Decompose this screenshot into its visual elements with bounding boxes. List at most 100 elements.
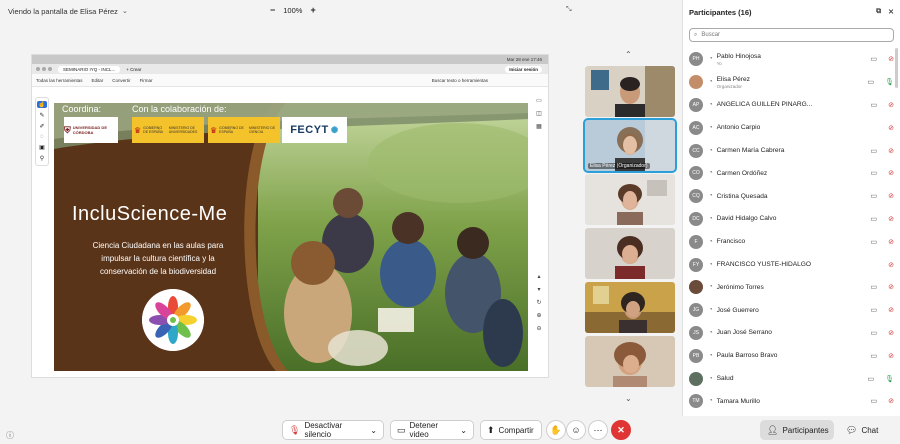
leave-meeting-button[interactable]: ✕	[611, 420, 631, 440]
mic-muted-icon[interactable]: ⊘	[888, 124, 894, 132]
participant-row[interactable]: CC ◔ Carmen María Cabrera ▭ ⊘	[683, 139, 900, 162]
audio-status-icon: ◔	[709, 261, 713, 268]
video-tile-label: Elisa Pérez (Organizador)	[588, 163, 650, 169]
more-options-button[interactable]: ⋯	[588, 420, 608, 440]
mic-muted-icon[interactable]: ⊘	[888, 169, 894, 177]
chevron-down-icon[interactable]: ⌄	[460, 426, 467, 435]
video-tile[interactable]	[585, 282, 675, 333]
video-tile[interactable]	[585, 228, 675, 279]
chevron-down-icon[interactable]: ⌄	[122, 7, 128, 15]
participant-row[interactable]: FY ◔ FRANCISCO YUSTE-HIDALGO ⊘	[683, 253, 900, 276]
avatar: PB	[689, 348, 703, 363]
participant-row[interactable]: ◔ Elisa Pérez Organizador ▭ 🎙︎	[683, 71, 900, 94]
video-status-icon: ▭	[870, 307, 878, 315]
colaboracion-label: Con la colaboración de:	[132, 104, 227, 114]
video-tile[interactable]	[585, 336, 675, 387]
viewing-label: Viendo la pantalla de Elisa Pérez	[8, 6, 118, 16]
participant-name: Tamara Murillo	[716, 397, 760, 405]
participant-name: Cristina Quesada	[716, 192, 768, 200]
video-tile[interactable]	[585, 174, 675, 225]
participant-row[interactable]: TM ◔ Tamara Murillo ▭ ⊘	[683, 390, 900, 413]
avatar: JG	[689, 303, 703, 318]
avatar: CQ	[689, 189, 703, 204]
mic-muted-icon[interactable]: ⊘	[888, 215, 894, 223]
participant-row[interactable]: AC ◔ Antonio Carpio ⊘	[683, 116, 900, 139]
participant-row[interactable]: JG ◔ José Guerrero ▭ ⊘	[683, 299, 900, 322]
mic-muted-icon[interactable]: ⊘	[888, 352, 894, 360]
mic-muted-icon[interactable]: ⊘	[888, 306, 894, 314]
participant-row[interactable]: CO ◔ Carmen Ordóñez ▭ ⊘	[683, 162, 900, 185]
zoom-in-button[interactable]: +	[310, 5, 315, 15]
close-icon[interactable]: ✕	[888, 8, 894, 16]
participant-row[interactable]: ◔ Salud ▭ 🎙︎	[683, 367, 900, 390]
mic-on-icon[interactable]: 🎙︎	[885, 375, 894, 383]
search-input[interactable]: Buscar	[701, 32, 720, 38]
mic-on-icon[interactable]: 🎙︎	[885, 78, 894, 86]
participant-search[interactable]: ⌕ Buscar	[689, 28, 894, 42]
mic-muted-icon[interactable]: ⊘	[888, 283, 894, 291]
acrobat-search: Buscar texto o herramientas	[431, 77, 488, 83]
video-status-icon: ▭	[870, 329, 878, 337]
participant-row[interactable]: PH ◔ Pablo Hinojosa Yo ▭ ⊘	[683, 48, 900, 71]
zoom-out-button[interactable]: −	[270, 5, 275, 15]
avatar: JS	[689, 325, 703, 340]
participant-row[interactable]: ◔ Jerónimo Torres ▭ ⊘	[683, 276, 900, 299]
camera-icon: ▭	[397, 424, 406, 435]
mic-muted-icon[interactable]: ⊘	[888, 147, 894, 155]
mic-muted-icon[interactable]: ⊘	[888, 192, 894, 200]
highlight-tool-icon: ✐	[39, 124, 45, 130]
participant-row[interactable]: PB ◔ Paula Barroso Bravo ▭ ⊘	[683, 344, 900, 367]
video-status-icon: ▭	[867, 79, 875, 87]
participant-row[interactable]: JS ◔ Juan José Serrano ▭ ⊘	[683, 322, 900, 345]
participant-row[interactable]: F ◔ Francisco ▭ ⊘	[683, 230, 900, 253]
mic-muted-icon[interactable]: ⊘	[888, 261, 894, 269]
mic-muted-icon[interactable]: ⊘	[888, 101, 894, 109]
avatar: DC	[689, 211, 703, 226]
scroll-down-icon: ▾	[537, 287, 541, 293]
chevron-down-icon[interactable]: ⌄	[370, 426, 377, 435]
mic-muted-icon[interactable]: ⊘	[888, 55, 894, 63]
participants-button[interactable]: 👤︎ Participantes	[760, 420, 834, 440]
uco-crest-icon: ⛨	[64, 124, 71, 135]
video-tile[interactable]	[585, 66, 675, 117]
stop-video-button[interactable]: ▭ Detener video ⌄	[390, 420, 474, 440]
chevron-up-icon[interactable]: ⌃	[625, 50, 632, 59]
audio-status-icon: ◔	[709, 193, 713, 200]
video-status-icon: ▭	[870, 398, 878, 406]
participant-row[interactable]: CQ ◔ Cristina Quesada ▭ ⊘	[683, 185, 900, 208]
popout-icon[interactable]: ⧉	[876, 8, 881, 16]
participant-role: Yo	[716, 60, 722, 66]
mic-muted-icon[interactable]: ⊘	[888, 238, 894, 246]
avatar: F	[689, 234, 703, 249]
unmute-button[interactable]: 🎙︎ Desactivar silencio ⌄	[282, 420, 384, 440]
uco-logo: ⛨ UNIVERSIDAD DE CÓRDOBA	[64, 117, 118, 143]
reactions-button[interactable]: ☺	[566, 420, 586, 440]
zoom-level: 100%	[283, 5, 303, 15]
acrobat-menu-edit: Editar	[91, 77, 104, 83]
video-feed	[585, 174, 675, 225]
video-status-icon: ▭	[870, 193, 878, 201]
share-button[interactable]: ⬆ Compartir	[480, 420, 542, 440]
participant-row[interactable]: AP ◔ ANGELICA GUILLEN PINARG... ▭ ⊘	[683, 94, 900, 117]
fecyt-logo: FECYT ✺	[282, 117, 347, 143]
audio-status-icon: ◔	[709, 352, 713, 359]
raise-hand-button[interactable]: ✋	[546, 420, 566, 440]
mic-muted-icon[interactable]: ⊘	[888, 397, 894, 405]
audio-status-icon: ◔	[709, 375, 713, 382]
participant-row[interactable]: DC ◔ David Hidalgo Calvo ▭ ⊘	[683, 208, 900, 231]
chat-button[interactable]: 💬︎ Chat	[840, 420, 888, 440]
video-status-icon: ▭	[870, 101, 878, 109]
collapse-icon[interactable]: ⤡	[566, 6, 572, 14]
mic-muted-icon[interactable]: ⊘	[888, 329, 894, 337]
shared-screen[interactable]: Mar 28 ene 17:46 SEMINARIO IYQ - INCL...…	[31, 54, 549, 378]
participant-name: Antonio Carpio	[716, 124, 761, 132]
avatar: FY	[689, 257, 703, 272]
avatar: AC	[689, 120, 703, 135]
participant-name: Pablo Hinojosa	[716, 52, 761, 60]
mac-menubar: Mar 28 ene 17:46	[32, 55, 548, 64]
browser-tab: SEMINARIO IYQ - INCL...	[58, 65, 121, 73]
bookmark-icon: ◫	[536, 111, 542, 117]
chevron-down-icon[interactable]: ⌄	[625, 394, 632, 403]
spain-crest-icon: ♛	[134, 125, 142, 135]
video-tile[interactable]: Elisa Pérez (Organizador)	[583, 118, 677, 173]
